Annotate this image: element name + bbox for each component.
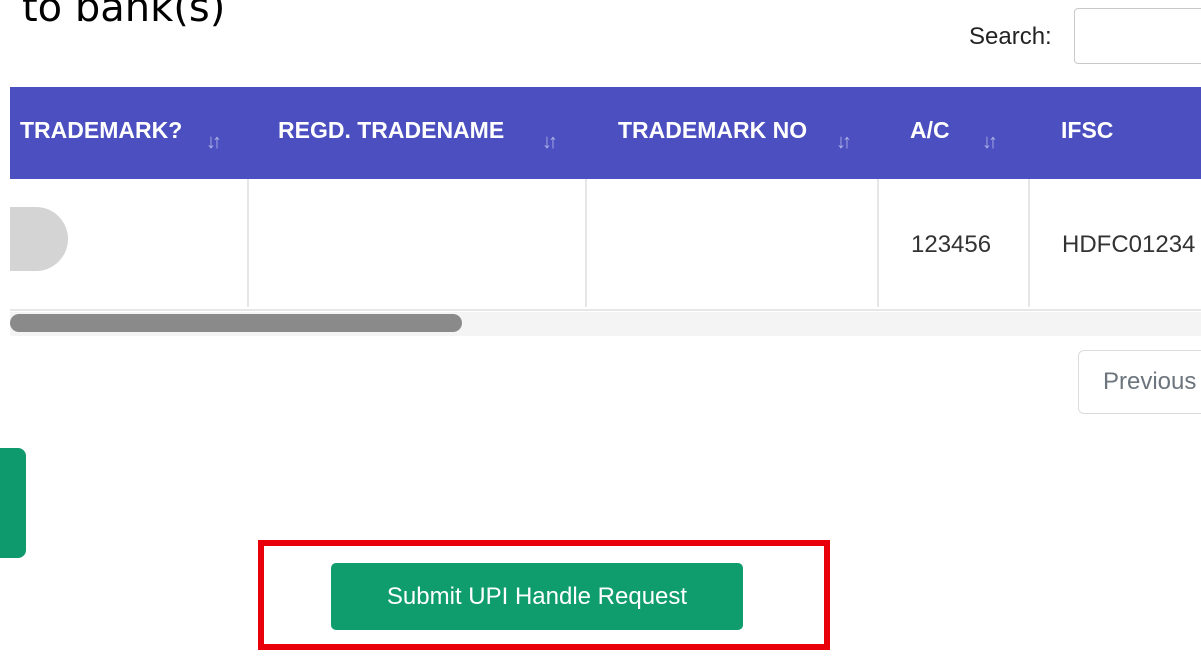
cell-ac: 123456 [878,179,1030,307]
column-header-label: A/C [910,117,950,143]
trademark-toggle[interactable] [10,207,68,271]
ac-value: 123456 [911,231,992,258]
cell-trademark-no [586,179,879,307]
column-header-label: IFSC [1061,117,1114,143]
cell-trademark [10,179,249,307]
table-container: TRADEMARK? ↓↑ REGD. TRADENAME ↓↑ TRADEMA… [10,87,1201,311]
submit-upi-handle-request-button[interactable]: Submit UPI Handle Request [331,563,743,630]
horizontal-scrollbar[interactable] [10,312,1201,336]
column-header-trademark[interactable]: TRADEMARK? ↓↑ [10,87,248,179]
column-header-label: TRADEMARK? [20,117,183,143]
side-green-button[interactable] [0,448,26,558]
column-header-trademark-no[interactable]: TRADEMARK NO ↓↑ [586,87,878,179]
sort-arrows-icon[interactable]: ↓↑ [836,131,852,154]
data-table: TRADEMARK? ↓↑ REGD. TRADENAME ↓↑ TRADEMA… [10,87,1201,307]
column-header-ifsc[interactable]: IFSC [1029,87,1201,179]
table-header-row: TRADEMARK? ↓↑ REGD. TRADENAME ↓↑ TRADEMA… [10,87,1201,179]
column-header-regd-tradename[interactable]: REGD. TRADENAME ↓↑ [248,87,586,179]
sort-arrows-icon[interactable]: ↓↑ [982,131,998,154]
sort-arrows-icon[interactable]: ↓↑ [206,131,222,154]
previous-page-button[interactable]: Previous [1078,350,1201,414]
sort-arrows-icon[interactable]: ↓↑ [542,131,558,154]
ifsc-value: HDFC01234 [1062,231,1196,258]
column-header-ac[interactable]: A/C ↓↑ [878,87,1029,179]
scrollbar-thumb[interactable] [10,314,462,332]
column-header-label: REGD. TRADENAME [278,117,505,143]
search-label: Search: [969,23,1052,50]
search-input[interactable] [1074,8,1201,64]
cell-ifsc: HDFC01234 [1029,179,1201,307]
page-heading: to bank(s) [22,0,226,31]
column-header-label: TRADEMARK NO [618,117,808,143]
table-row: 123456 HDFC01234 [10,179,1201,307]
cell-regd-tradename [248,179,587,307]
